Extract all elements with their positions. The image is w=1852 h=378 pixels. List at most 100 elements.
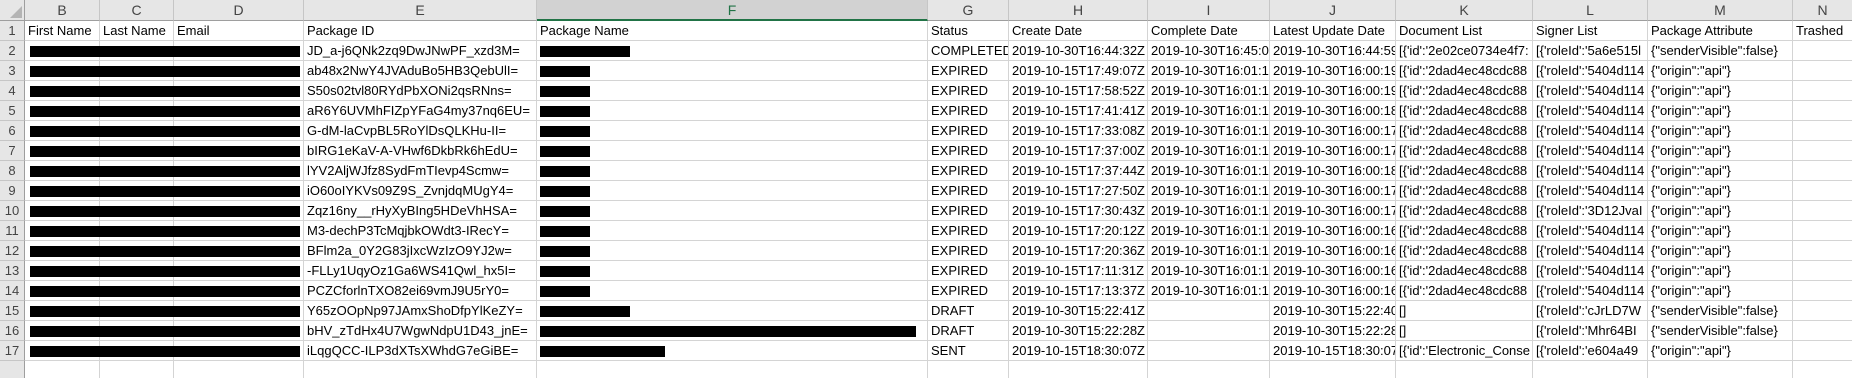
cell-col-i[interactable]: 2019-10-30T16:01:16	[1148, 281, 1270, 301]
cell-col-e[interactable]: M3-dechP3TcMqjbkOWdt3-IRecY=	[304, 221, 537, 241]
cell-col-h[interactable]: 2019-10-15T17:30:43Z	[1009, 201, 1148, 221]
cell-col-i[interactable]: 2019-10-30T16:45:00	[1148, 41, 1270, 61]
cell-col-g[interactable]: EXPIRED	[928, 101, 1009, 121]
column-header-h[interactable]: H	[1009, 0, 1148, 21]
cell-col-e[interactable]: Zqz16ny__rHyXyBIng5HDeVhHSA=	[304, 201, 537, 221]
cell-col-n[interactable]	[1793, 201, 1852, 221]
cell-col-h[interactable]: 2019-10-15T17:37:00Z	[1009, 141, 1148, 161]
cell-col-n[interactable]	[1793, 161, 1852, 181]
cell-col-k[interactable]: [{'id':'2dad4ec48cdc88	[1396, 261, 1533, 281]
column-header-e[interactable]: E	[304, 0, 537, 21]
cell-col-i[interactable]: 2019-10-30T16:01:18	[1148, 121, 1270, 141]
column-header-j[interactable]: J	[1270, 0, 1396, 21]
cell-col-f[interactable]	[537, 61, 928, 81]
column-header-b[interactable]: B	[25, 0, 100, 21]
header-cell-col-n[interactable]: Trashed	[1793, 21, 1852, 41]
cell-col-l[interactable]: [{'roleId':'Mhr64BI	[1533, 321, 1648, 341]
column-header-l[interactable]: L	[1533, 0, 1648, 21]
cell-col-f[interactable]	[537, 281, 928, 301]
cell-col-l[interactable]: [{'roleId':'5404d114	[1533, 121, 1648, 141]
cell-col-j[interactable]: 2019-10-30T16:00:18	[1270, 161, 1396, 181]
empty-cell[interactable]	[174, 361, 304, 378]
cell-col-j[interactable]: 2019-10-30T16:00:17	[1270, 201, 1396, 221]
cell-col-j[interactable]: 2019-10-30T16:00:16	[1270, 261, 1396, 281]
cell-col-n[interactable]	[1793, 141, 1852, 161]
cell-col-g[interactable]: COMPLETED	[928, 41, 1009, 61]
cell-col-e[interactable]: G-dM-laCvpBL5RoYlDsQLKHu-II=	[304, 121, 537, 141]
header-cell-col-h[interactable]: Create Date	[1009, 21, 1148, 41]
cell-col-f[interactable]	[537, 121, 928, 141]
column-header-i[interactable]: I	[1148, 0, 1270, 21]
empty-cell[interactable]	[100, 361, 174, 378]
cell-col-m[interactable]: {"origin":"api"}	[1648, 81, 1793, 101]
cell-col-j[interactable]: 2019-10-30T16:00:18	[1270, 101, 1396, 121]
column-header-n[interactable]: N	[1793, 0, 1852, 21]
empty-cell[interactable]	[25, 361, 100, 378]
cell-col-m[interactable]: {"origin":"api"}	[1648, 161, 1793, 181]
cell-col-i[interactable]: 2019-10-30T16:01:17	[1148, 241, 1270, 261]
cell-col-h[interactable]: 2019-10-30T15:22:28Z	[1009, 321, 1148, 341]
row-header-10[interactable]: 10	[0, 201, 25, 221]
cell-col-l[interactable]: [{'roleId':'5404d114	[1533, 81, 1648, 101]
empty-cell[interactable]	[1270, 361, 1396, 378]
cell-col-f[interactable]	[537, 221, 928, 241]
cell-col-l[interactable]: [{'roleId':'5404d114	[1533, 101, 1648, 121]
cell-col-i[interactable]: 2019-10-30T16:01:18	[1148, 161, 1270, 181]
cell-col-h[interactable]: 2019-10-15T17:20:12Z	[1009, 221, 1148, 241]
cell-col-m[interactable]: {"origin":"api"}	[1648, 61, 1793, 81]
cell-col-g[interactable]: EXPIRED	[928, 161, 1009, 181]
empty-cell[interactable]	[304, 361, 537, 378]
row-header-5[interactable]: 5	[0, 101, 25, 121]
cell-col-j[interactable]: 2019-10-30T16:00:17	[1270, 181, 1396, 201]
cell-col-l[interactable]: [{'roleId':'cJrLD7W	[1533, 301, 1648, 321]
empty-cell[interactable]	[1533, 361, 1648, 378]
cell-col-f[interactable]	[537, 161, 928, 181]
cell-col-h[interactable]: 2019-10-15T18:30:07Z	[1009, 341, 1148, 361]
empty-cell[interactable]	[928, 361, 1009, 378]
row-header-4[interactable]: 4	[0, 81, 25, 101]
header-cell-col-m[interactable]: Package Attribute	[1648, 21, 1793, 41]
row-header-1[interactable]: 1	[0, 21, 25, 41]
cell-col-i[interactable]: 2019-10-30T16:01:18	[1148, 141, 1270, 161]
row-header-empty[interactable]	[0, 361, 25, 378]
cell-col-e[interactable]: aR6Y6UVMhFIZpYFaG4my37nq6EU=	[304, 101, 537, 121]
cell-col-n[interactable]	[1793, 241, 1852, 261]
cell-col-k[interactable]: [{'id':'2dad4ec48cdc88	[1396, 181, 1533, 201]
cell-col-n[interactable]	[1793, 121, 1852, 141]
cell-col-n[interactable]	[1793, 341, 1852, 361]
cell-col-m[interactable]: {"origin":"api"}	[1648, 181, 1793, 201]
column-header-g[interactable]: G	[928, 0, 1009, 21]
cell-col-l[interactable]: [{'roleId':'3D12JvaI	[1533, 201, 1648, 221]
cell-col-k[interactable]: [{'id':'2e02ce0734e4f7:	[1396, 41, 1533, 61]
cell-col-l[interactable]: [{'roleId':'5404d114	[1533, 281, 1648, 301]
cell-col-e[interactable]: BFlm2a_0Y2G83jIxcWzIzO9YJ2w=	[304, 241, 537, 261]
cell-col-h[interactable]: 2019-10-15T17:33:08Z	[1009, 121, 1148, 141]
cell-col-m[interactable]: {"origin":"api"}	[1648, 141, 1793, 161]
header-cell-col-b[interactable]: First Name	[25, 21, 100, 41]
cell-col-e[interactable]: S50s02tvl80RYdPbXONi2qsRNns=	[304, 81, 537, 101]
cell-col-k[interactable]: [{'id':'2dad4ec48cdc88	[1396, 61, 1533, 81]
cell-col-h[interactable]: 2019-10-15T17:49:07Z	[1009, 61, 1148, 81]
header-cell-col-k[interactable]: Document List	[1396, 21, 1533, 41]
header-cell-col-j[interactable]: Latest Update Date	[1270, 21, 1396, 41]
cell-col-h[interactable]: 2019-10-15T17:11:31Z	[1009, 261, 1148, 281]
cell-col-e[interactable]: ab48x2NwY4JVAduBo5HB3QebUlI=	[304, 61, 537, 81]
row-header-14[interactable]: 14	[0, 281, 25, 301]
cell-col-e[interactable]: bHV_zTdHx4U7WgwNdpU1D43_jnE=	[304, 321, 537, 341]
cell-col-g[interactable]: EXPIRED	[928, 61, 1009, 81]
cell-col-j[interactable]: 2019-10-30T16:00:19	[1270, 61, 1396, 81]
column-header-f[interactable]: F	[537, 0, 928, 21]
cell-col-n[interactable]	[1793, 41, 1852, 61]
cell-col-m[interactable]: {"senderVisible":false}	[1648, 321, 1793, 341]
column-header-k[interactable]: K	[1396, 0, 1533, 21]
cell-col-i[interactable]: 2019-10-30T16:01:17	[1148, 221, 1270, 241]
header-cell-col-c[interactable]: Last Name	[100, 21, 174, 41]
cell-col-i[interactable]: 2019-10-30T16:01:19	[1148, 61, 1270, 81]
cell-col-f[interactable]	[537, 201, 928, 221]
empty-cell[interactable]	[1793, 361, 1852, 378]
cell-col-i[interactable]: 2019-10-30T16:01:18	[1148, 101, 1270, 121]
row-header-2[interactable]: 2	[0, 41, 25, 61]
cell-col-m[interactable]: {"origin":"api"}	[1648, 341, 1793, 361]
select-all-corner[interactable]	[0, 0, 25, 21]
header-cell-col-l[interactable]: Signer List	[1533, 21, 1648, 41]
